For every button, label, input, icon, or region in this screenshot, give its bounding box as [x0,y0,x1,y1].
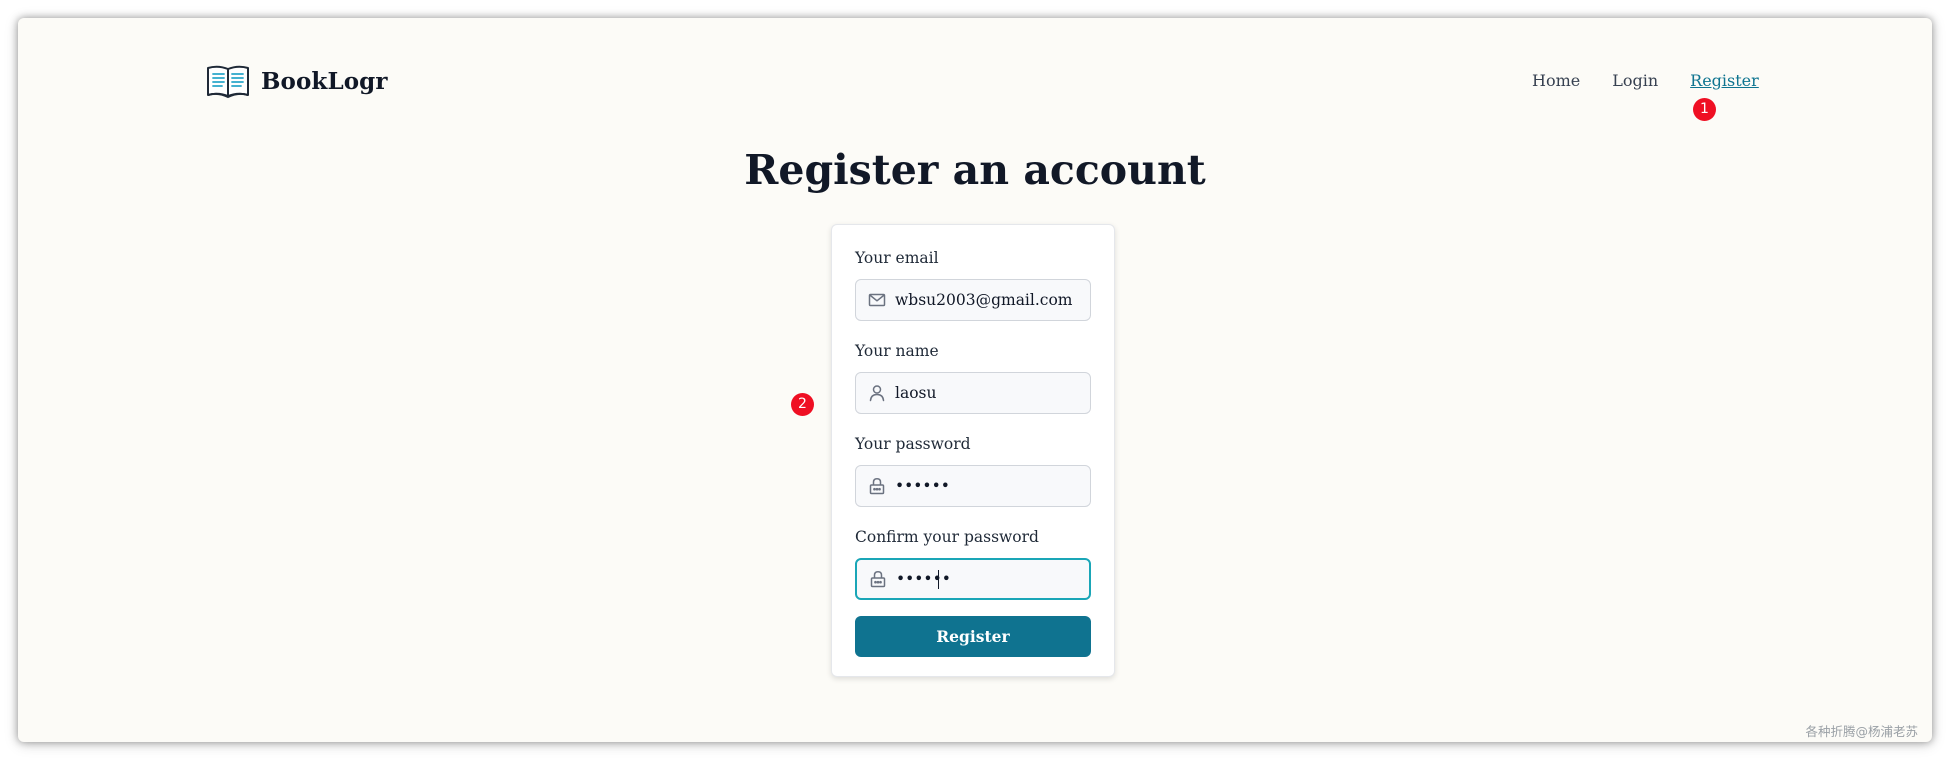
confirm-password-label: Confirm your password [855,528,1039,546]
password-label: Your password [855,435,971,453]
mail-icon [868,293,886,307]
open-book-icon [207,65,249,99]
watermark: 各种折腾@杨浦老苏 [1805,724,1918,739]
app-window: BookLogr Home Login Register 1 2 Registe… [18,18,1932,742]
lock-icon [870,571,886,588]
email-field [855,279,1091,321]
confirm-password-field [855,558,1091,600]
annotation-badge-2: 2 [791,393,814,416]
nav-register-link[interactable]: Register [1690,71,1759,90]
lock-icon [869,478,885,495]
nav-home-link[interactable]: Home [1532,71,1580,90]
email-label: Your email [855,249,939,267]
top-nav: Home Login Register [1532,71,1759,90]
register-form: Your email Your name Your password [831,224,1115,677]
confirm-password-input[interactable] [896,560,1086,598]
user-icon [869,385,885,402]
name-field [855,372,1091,414]
register-button[interactable]: Register [855,616,1091,657]
brand-name: BookLogr [261,67,388,95]
name-label: Your name [855,342,939,360]
password-field [855,465,1091,507]
password-input[interactable] [895,466,1085,506]
email-input[interactable] [895,280,1085,320]
name-input[interactable] [895,373,1085,413]
annotation-badge-1: 1 [1693,98,1716,121]
nav-login-link[interactable]: Login [1612,71,1658,90]
page-title: Register an account [744,146,1206,194]
brand[interactable]: BookLogr [205,62,388,100]
text-caret [938,570,939,589]
